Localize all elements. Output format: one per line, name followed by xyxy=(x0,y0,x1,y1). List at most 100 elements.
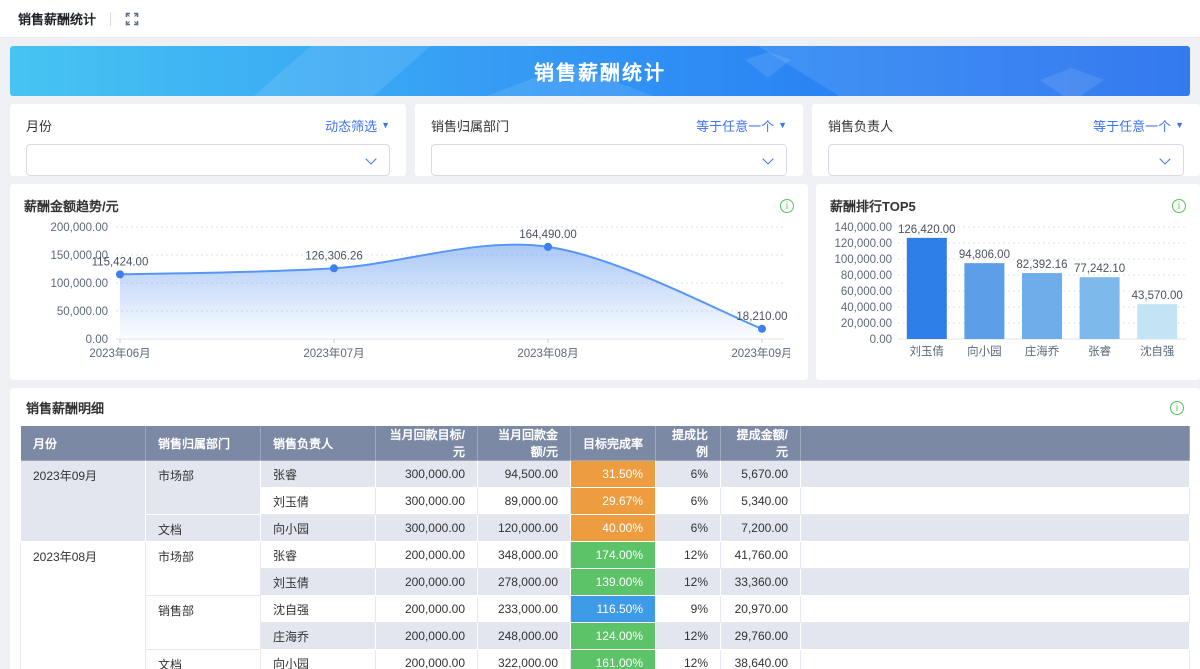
table-cell: 94,500.00 xyxy=(477,460,571,488)
salary-detail-table: 月份 销售归属部门 销售负责人 当月回款目标/元 当月回款金额/元 目标完成率 提成比例 提成… xyxy=(20,425,1190,669)
table-cell: 233,000.00 xyxy=(477,595,571,623)
table-cell: 40.00% xyxy=(570,514,656,542)
table-cell xyxy=(800,622,1190,650)
table-cell: 2023年08月 xyxy=(20,541,146,669)
table-cell: 200,000.00 xyxy=(375,568,478,596)
data-point-label: 126,306.26 xyxy=(305,250,363,262)
topbar: 销售薪酬统计 xyxy=(0,0,1200,38)
x-axis-tick: 2023年08月 xyxy=(517,346,578,360)
table-cell: 刘玉倩 xyxy=(260,487,376,515)
banner-title: 销售薪酬统计 xyxy=(534,62,666,85)
x-axis-tick: 2023年07月 xyxy=(303,346,364,360)
y-axis-tick: 200,000.00 xyxy=(50,222,108,234)
rank-bar[interactable] xyxy=(964,263,1005,339)
chevron-down-icon xyxy=(1159,153,1171,165)
rank-bar[interactable] xyxy=(1079,277,1120,339)
table-cell xyxy=(800,487,1190,515)
table-cell: 38,640.00 xyxy=(720,649,801,669)
table-cell: 刘玉倩 xyxy=(260,568,376,596)
filter-operator-month[interactable]: 动态筛选 ▼ xyxy=(325,116,390,135)
column-header: 提成金额/元 xyxy=(720,425,801,461)
table-cell: 12% xyxy=(655,541,721,569)
table-cell: 5,340.00 xyxy=(720,487,801,515)
rank-bar[interactable] xyxy=(1022,273,1062,339)
y-axis-tick: 50,000.00 xyxy=(57,306,108,318)
fullscreen-icon[interactable] xyxy=(125,12,139,26)
table-cell: 20,970.00 xyxy=(720,595,801,623)
table-row: 销售部 沈自强 200,000.00 233,000.00 116.50% 9% 20,97… xyxy=(21,595,1190,650)
bar-category-label: 张睿 xyxy=(1088,344,1111,358)
bar-value-label: 43,570.00 xyxy=(1132,290,1183,302)
x-axis-tick: 2023年06月 xyxy=(89,346,150,360)
table-cell: 200,000.00 xyxy=(375,622,478,650)
table-cell: 7,200.00 xyxy=(720,514,801,542)
data-point[interactable] xyxy=(544,242,552,251)
table-cell: 29.67% xyxy=(570,487,656,515)
table-cell: 庄海乔 xyxy=(260,622,376,650)
y-axis-tick: 20,000.00 xyxy=(841,318,892,330)
rank-bar[interactable] xyxy=(1137,304,1178,339)
triangle-down-icon: ▼ xyxy=(778,120,787,130)
table-cell: 6% xyxy=(655,514,721,542)
table-cell: 向小园 xyxy=(260,514,376,542)
column-header: 提成比例 xyxy=(655,425,721,461)
column-header: 当月回款目标/元 xyxy=(375,425,478,461)
y-axis-tick: 40,000.00 xyxy=(841,302,892,314)
filter-operator-department[interactable]: 等于任意一个 ▼ xyxy=(696,116,787,135)
info-icon[interactable]: i xyxy=(780,198,794,213)
table-cell xyxy=(800,541,1190,569)
data-point[interactable] xyxy=(330,264,338,273)
area-fill xyxy=(120,244,762,339)
info-icon[interactable]: i xyxy=(1172,198,1186,213)
table-row: 2023年08月 市场部 张睿 200,000.00 348,000.00 174.00%… xyxy=(20,541,1190,669)
month-select[interactable] xyxy=(26,144,390,176)
table-cell: 124.00% xyxy=(570,622,656,650)
y-axis-tick: 100,000.00 xyxy=(50,278,108,290)
table-cell: 5,670.00 xyxy=(720,460,801,488)
person-select[interactable] xyxy=(828,144,1184,176)
triangle-down-icon: ▼ xyxy=(1175,120,1184,130)
dashboard-app: 销售薪酬统计 销售薪酬统计 月份 动态筛选 ▼ 销售归属部门 等于任意一个 ▼ … xyxy=(0,0,1200,669)
column-header: 销售归属部门 xyxy=(145,425,261,461)
table-cell: 200,000.00 xyxy=(375,541,478,569)
info-icon[interactable]: i xyxy=(1170,400,1184,415)
filter-row: 月份 动态筛选 ▼ 销售归属部门 等于任意一个 ▼ 销售负责人 等于任意一个 ▼ xyxy=(10,104,1200,176)
department-select[interactable] xyxy=(431,144,787,176)
table-cell: 2023年09月 xyxy=(20,460,146,542)
bar-value-label: 94,806.00 xyxy=(959,249,1010,261)
table-cell: 300,000.00 xyxy=(375,460,478,488)
x-axis-tick: 2023年09月 xyxy=(731,346,790,360)
filter-label-person: 销售负责人 xyxy=(828,119,894,134)
trend-chart-title: 薪酬金额趋势/元 xyxy=(24,199,119,214)
rank-chart-panel: 薪酬排行TOP5 i 0.00 20,000.00 40,000.00 60,000.… xyxy=(816,184,1200,380)
banner: 销售薪酬统计 xyxy=(10,46,1190,96)
y-axis-tick: 80,000.00 xyxy=(841,270,892,282)
filter-label-department: 销售归属部门 xyxy=(431,119,510,134)
table-header-row: 月份 销售归属部门 销售负责人 当月回款目标/元 当月回款金额/元 目标完成率 提成比例 提成… xyxy=(20,425,1190,461)
data-point-label: 115,424.00 xyxy=(92,256,149,268)
table-cell: 116.50% xyxy=(570,595,656,623)
bar-value-label: 82,392.16 xyxy=(1016,259,1067,271)
filter-operator-person[interactable]: 等于任意一个 ▼ xyxy=(1093,116,1184,135)
filter-label-month: 月份 xyxy=(26,119,53,134)
table-cell: 12% xyxy=(655,622,721,650)
filter-card-person: 销售负责人 等于任意一个 ▼ xyxy=(812,104,1200,176)
table-cell: 12% xyxy=(655,568,721,596)
charts-row: 薪酬金额趋势/元 i 0.00 50,000.00 100,000.00 150,00… xyxy=(10,184,1200,380)
data-point[interactable] xyxy=(116,270,124,279)
bar-category-label: 庄海乔 xyxy=(1025,344,1060,358)
table-cell: 33,360.00 xyxy=(720,568,801,596)
bar-value-label: 77,242.10 xyxy=(1074,263,1125,275)
table-cell: 9% xyxy=(655,595,721,623)
table-cell: 174.00% xyxy=(570,541,656,569)
table-cell: 张睿 xyxy=(260,460,376,488)
column-header: 销售负责人 xyxy=(260,425,376,461)
bar-value-label: 126,420.00 xyxy=(898,224,956,236)
table-cell: 31.50% xyxy=(570,460,656,488)
table-cell: 张睿 xyxy=(260,541,376,569)
page-tab-title: 销售薪酬统计 xyxy=(18,12,97,27)
y-axis-tick: 140,000.00 xyxy=(834,222,892,234)
data-point[interactable] xyxy=(758,324,766,333)
table-cell: 6% xyxy=(655,460,721,488)
rank-bar[interactable] xyxy=(906,237,947,339)
